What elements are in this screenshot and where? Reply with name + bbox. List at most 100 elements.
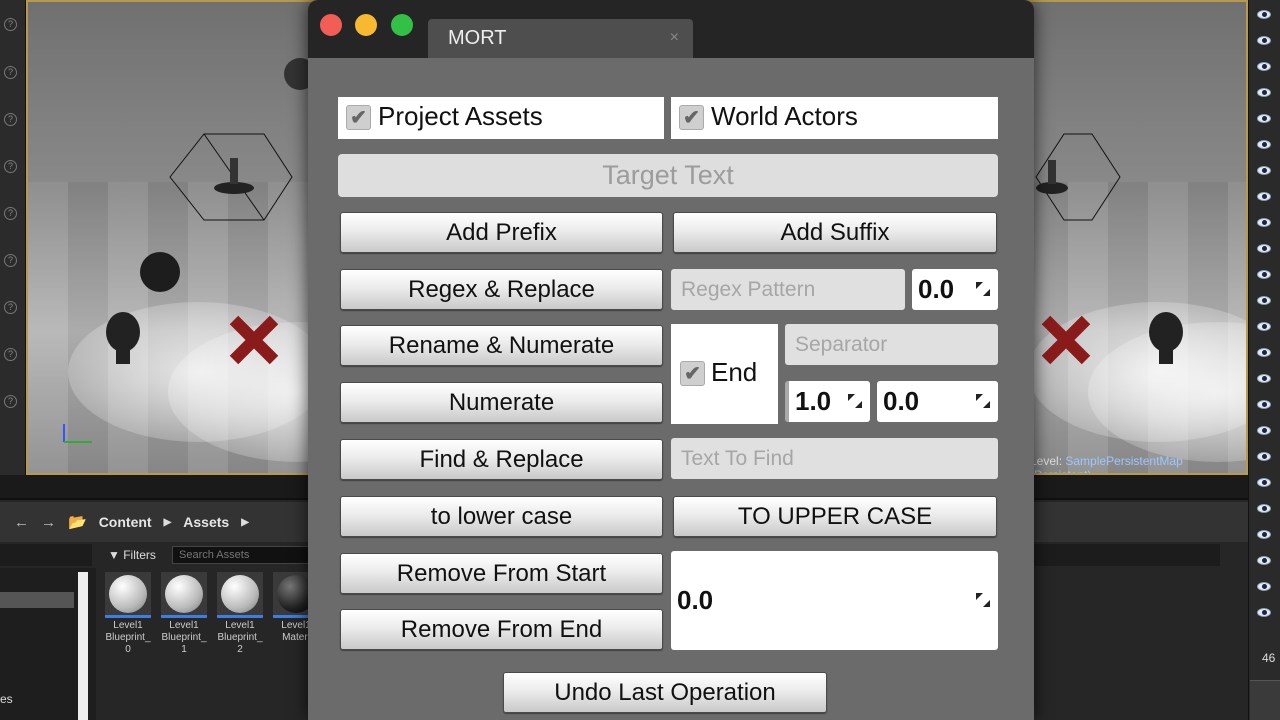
outliner-visibility-column bbox=[1248, 0, 1280, 720]
asset-thumbnail[interactable]: Level1 Blueprint_ 2 bbox=[215, 572, 265, 662]
world-actors-checkbox[interactable]: ✔ World Actors bbox=[671, 97, 998, 139]
viewport-left-toolbar: ? ? ? ? ? ? ? ? ? bbox=[0, 0, 26, 475]
selected-folder[interactable] bbox=[0, 592, 74, 608]
undo-last-operation-button[interactable]: Undo Last Operation bbox=[503, 672, 827, 713]
eye-icon[interactable] bbox=[1257, 556, 1271, 565]
eye-icon[interactable] bbox=[1257, 322, 1271, 331]
numerate-button[interactable]: Numerate bbox=[340, 382, 663, 423]
asset-thumbnail[interactable]: Level1 Blueprint_ 1 bbox=[159, 572, 209, 662]
numerate-start-value: 1.0 bbox=[795, 386, 832, 416]
rename-numerate-button[interactable]: Rename & Numerate bbox=[340, 325, 663, 366]
remove-from-start-button[interactable]: Remove From Start bbox=[340, 553, 663, 594]
filters-button[interactable]: ▼ Filters bbox=[104, 546, 168, 564]
breadcrumb-chevron-icon: ▶ bbox=[163, 516, 172, 528]
eye-icon[interactable] bbox=[1257, 192, 1271, 201]
spinner-arrows-icon[interactable] bbox=[976, 394, 990, 408]
eye-icon[interactable] bbox=[1257, 608, 1271, 617]
eye-icon[interactable] bbox=[1257, 348, 1271, 357]
help-icon[interactable]: ? bbox=[4, 348, 17, 361]
tab-mort[interactable]: MORT × bbox=[428, 19, 693, 58]
eye-icon[interactable] bbox=[1257, 10, 1271, 19]
end-label: End bbox=[711, 357, 758, 387]
upper-case-button[interactable]: TO UPPER CASE bbox=[673, 496, 997, 537]
player-start-icon-right bbox=[1041, 315, 1091, 365]
help-icon[interactable]: ? bbox=[4, 66, 17, 79]
tree-search-field[interactable] bbox=[0, 544, 92, 566]
light-bulb-icon-right bbox=[1149, 312, 1183, 352]
sphere-actor bbox=[140, 252, 180, 292]
asset-search-input[interactable]: Search Assets bbox=[172, 546, 312, 564]
eye-icon[interactable] bbox=[1257, 140, 1271, 149]
remove-from-end-button[interactable]: Remove From End bbox=[340, 609, 663, 650]
world-actors-label: World Actors bbox=[711, 101, 858, 131]
text-to-find-input[interactable]: Text To Find bbox=[671, 438, 998, 479]
breadcrumb-content[interactable]: Content bbox=[99, 514, 152, 530]
eye-icon[interactable] bbox=[1257, 478, 1271, 487]
help-icon[interactable]: ? bbox=[4, 160, 17, 173]
numerate-step-spinner[interactable]: 0.0 bbox=[877, 381, 998, 422]
separator-input[interactable]: Separator bbox=[785, 324, 998, 365]
tab-title: MORT bbox=[448, 27, 507, 49]
eye-icon[interactable] bbox=[1257, 426, 1271, 435]
maximize-window-button[interactable] bbox=[391, 14, 413, 36]
spinner-arrows-icon[interactable] bbox=[976, 282, 990, 296]
lower-case-button[interactable]: to lower case bbox=[340, 496, 663, 537]
target-text-input[interactable]: Target Text bbox=[338, 154, 998, 197]
eye-icon[interactable] bbox=[1257, 114, 1271, 123]
help-icon[interactable]: ? bbox=[4, 395, 17, 408]
check-icon: ✔ bbox=[346, 105, 371, 130]
help-icon[interactable]: ? bbox=[4, 207, 17, 220]
details-panel-stub bbox=[1250, 680, 1280, 720]
outliner-item-count: 46 bbox=[1262, 651, 1276, 665]
tab-close-icon[interactable]: × bbox=[670, 29, 679, 47]
eye-icon[interactable] bbox=[1257, 296, 1271, 305]
find-replace-button[interactable]: Find & Replace bbox=[340, 439, 663, 480]
tree-scrollbar[interactable] bbox=[78, 572, 88, 720]
eye-icon[interactable] bbox=[1257, 582, 1271, 591]
eye-icon[interactable] bbox=[1257, 504, 1271, 513]
eye-icon[interactable] bbox=[1257, 374, 1271, 383]
remove-count-value: 0.0 bbox=[677, 585, 714, 615]
regex-pattern-input[interactable]: Regex Pattern bbox=[671, 269, 905, 310]
numerate-start-spinner[interactable]: 1.0 bbox=[785, 381, 870, 422]
eye-icon[interactable] bbox=[1257, 270, 1271, 279]
material-sphere bbox=[161, 572, 207, 618]
eye-icon[interactable] bbox=[1257, 530, 1271, 539]
eye-icon[interactable] bbox=[1257, 36, 1271, 45]
light-bulb-icon-left bbox=[106, 312, 140, 352]
forward-arrow-icon[interactable]: → bbox=[41, 514, 56, 531]
minimize-window-button[interactable] bbox=[355, 14, 377, 36]
eye-icon[interactable] bbox=[1257, 218, 1271, 227]
close-window-button[interactable] bbox=[320, 14, 342, 36]
check-icon: ✔ bbox=[680, 361, 705, 386]
regex-number-spinner[interactable]: 0.0 bbox=[912, 269, 998, 310]
title-bar[interactable]: MORT × bbox=[308, 0, 1034, 58]
eye-icon[interactable] bbox=[1257, 62, 1271, 71]
breadcrumb-chevron-icon: ▶ bbox=[241, 516, 249, 528]
check-icon: ✔ bbox=[679, 105, 704, 130]
help-icon[interactable]: ? bbox=[4, 113, 17, 126]
numerate-step-value: 0.0 bbox=[883, 386, 920, 416]
right-search-field[interactable] bbox=[1030, 544, 1220, 566]
add-prefix-button[interactable]: Add Prefix bbox=[340, 212, 663, 253]
breadcrumb-assets[interactable]: Assets bbox=[183, 514, 229, 530]
eye-icon[interactable] bbox=[1257, 452, 1271, 461]
eye-icon[interactable] bbox=[1257, 166, 1271, 175]
project-assets-label: Project Assets bbox=[378, 101, 543, 131]
regex-replace-button[interactable]: Regex & Replace bbox=[340, 269, 663, 310]
back-arrow-icon[interactable]: ← bbox=[14, 514, 29, 531]
help-icon[interactable]: ? bbox=[4, 254, 17, 267]
eye-icon[interactable] bbox=[1257, 244, 1271, 253]
eye-icon[interactable] bbox=[1257, 88, 1271, 97]
remove-count-spinner[interactable]: 0.0 bbox=[671, 551, 998, 650]
add-suffix-button[interactable]: Add Suffix bbox=[673, 212, 997, 253]
end-checkbox[interactable]: ✔ End bbox=[671, 324, 778, 424]
spinner-arrows-icon[interactable] bbox=[848, 394, 862, 408]
spinner-arrows-icon[interactable] bbox=[976, 593, 990, 607]
project-assets-checkbox[interactable]: ✔ Project Assets bbox=[338, 97, 664, 139]
material-sphere bbox=[217, 572, 263, 618]
eye-icon[interactable] bbox=[1257, 400, 1271, 409]
asset-thumbnail[interactable]: Level1 Blueprint_ 0 bbox=[103, 572, 153, 662]
help-icon[interactable]: ? bbox=[4, 18, 17, 31]
help-icon[interactable]: ? bbox=[4, 301, 17, 314]
